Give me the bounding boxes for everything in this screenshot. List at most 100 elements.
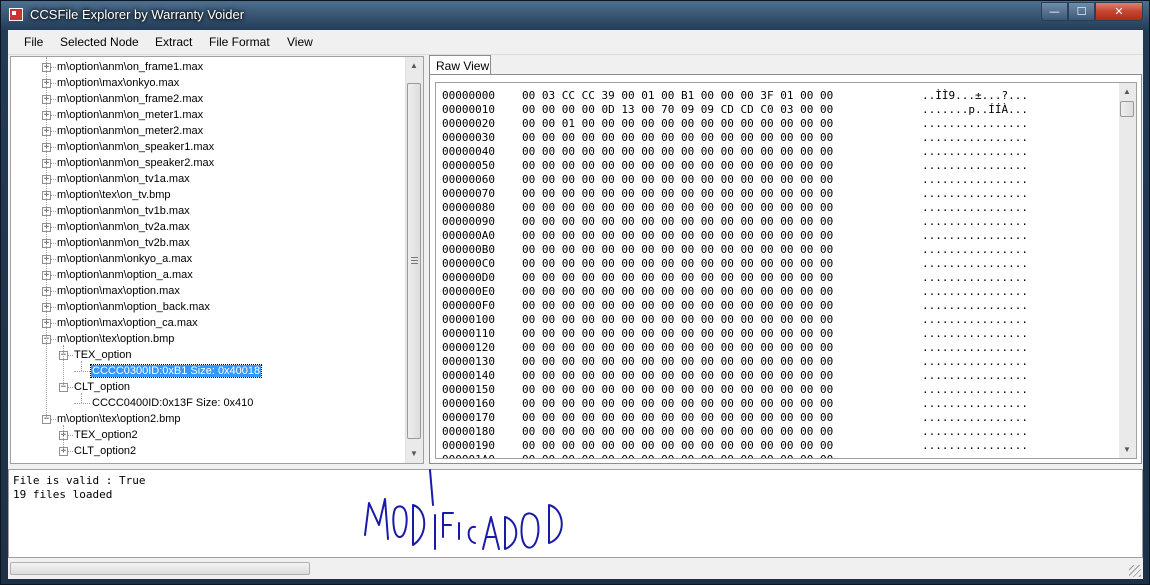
hex-offset: 000000A0 — [442, 229, 495, 242]
tree-node-file[interactable]: m\option\anm\on_frame2.max — [56, 91, 204, 107]
hex-ascii: ................ — [922, 215, 1028, 228]
log-line: 19 files loaded — [13, 488, 113, 501]
hex-offset: 00000030 — [442, 131, 495, 144]
close-button[interactable]: ✕ — [1095, 2, 1143, 21]
tree-node-file[interactable]: m\option\anm\on_tv2b.max — [56, 235, 191, 251]
hex-bytes: 00 00 00 00 00 00 00 00 00 00 00 00 00 0… — [522, 313, 834, 326]
hex-offset: 00000060 — [442, 173, 495, 186]
tree-node-label: m\option\anm\on_meter1.max — [57, 109, 204, 121]
hex-ascii: ................ — [922, 439, 1028, 452]
tree-node-file[interactable]: m\option\anm\on_frame1.max — [56, 59, 204, 75]
tree-node-file[interactable]: m\option\tex\option2.bmp — [56, 411, 182, 427]
tree-node-leaf[interactable]: CCCC0400ID:0x13F Size: 0x410 — [91, 395, 254, 411]
tree-node-label: m\option\anm\on_frame1.max — [57, 61, 204, 73]
tree-node-group[interactable]: CLT_option2 — [73, 443, 137, 459]
tree-node-file[interactable]: m\option\anm\on_speaker1.max — [56, 139, 215, 155]
size-grip-icon[interactable] — [1129, 565, 1141, 577]
tree-node-label: m\option\anm\on_tv1b.max — [57, 205, 190, 217]
hex-row: 000000C0 00 00 00 00 00 00 00 00 00 00 00… — [442, 257, 1112, 271]
hex-bytes: 00 00 00 00 00 00 00 00 00 00 00 00 00 0… — [522, 285, 834, 298]
tree-node-file[interactable]: m\option\max\option.max — [56, 283, 181, 299]
tree-node-file[interactable]: m\option\anm\on_tv2a.max — [56, 219, 191, 235]
hex-view[interactable]: ▲ ▼ 00000000 00 03 CC CC 39 00 01 00 B1 0… — [435, 82, 1137, 459]
tree-node-label: TEX_option — [74, 349, 132, 361]
hex-ascii: ................ — [922, 201, 1028, 214]
hex-row: 00000010 00 00 00 00 0D 13 00 70 09 09 CD… — [442, 103, 1112, 117]
hex-bytes: 00 00 00 00 00 00 00 00 00 00 00 00 00 0… — [522, 145, 834, 158]
hex-scrollbar[interactable]: ▲ ▼ — [1119, 83, 1136, 458]
hex-row: 000000F0 00 00 00 00 00 00 00 00 00 00 00… — [442, 299, 1112, 313]
tree-node-file[interactable]: m\option\anm\option_a.max — [56, 267, 194, 283]
hex-offset: 000000F0 — [442, 299, 495, 312]
tree-node-file[interactable]: m\option\tex\option.bmp — [56, 331, 175, 347]
tree-node-file[interactable]: m\option\anm\onkyo_a.max — [56, 251, 193, 267]
hex-scroll-thumb[interactable] — [1120, 101, 1134, 117]
hex-bytes: 00 00 00 00 00 00 00 00 00 00 00 00 00 0… — [522, 355, 834, 368]
hex-bytes: 00 00 00 00 00 00 00 00 00 00 00 00 00 0… — [522, 383, 834, 396]
hex-row: 000000A0 00 00 00 00 00 00 00 00 00 00 00… — [442, 229, 1112, 243]
tree-node-label: m\option\max\option_ca.max — [57, 317, 198, 329]
hex-bytes: 00 00 00 00 00 00 00 00 00 00 00 00 00 0… — [522, 187, 834, 200]
menu-file-format[interactable]: File Format — [209, 35, 270, 49]
tree-node-label: m\option\anm\on_tv1a.max — [57, 173, 190, 185]
maximize-button[interactable]: ☐ — [1068, 2, 1095, 21]
tree-node-file[interactable]: m\option\anm\option_back.max — [56, 299, 211, 315]
hex-ascii: ................ — [922, 327, 1028, 340]
hex-row: 00000160 00 00 00 00 00 00 00 00 00 00 00… — [442, 397, 1112, 411]
hex-bytes: 00 00 00 00 00 00 00 00 00 00 00 00 00 0… — [522, 411, 834, 424]
tree-node-label: CCCC0300ID:0xB1 Size: 0x40018 — [89, 364, 263, 378]
file-tree[interactable]: ▲ ▼ m\option\anm\on_frame1.max + m\option\… — [10, 56, 424, 464]
hex-bytes: 00 00 00 00 00 00 00 00 00 00 00 00 00 0… — [522, 299, 834, 312]
hex-bytes: 00 00 01 00 00 00 00 00 00 00 00 00 00 0… — [522, 117, 834, 130]
title-bar[interactable]: CCSFile Explorer by Warranty Voider — ☐ … — [1, 1, 1149, 29]
tree-node-label: m\option\anm\on_tv2b.max — [57, 237, 190, 249]
hex-ascii: .......p..ÍÍÀ... — [922, 103, 1028, 116]
tree-node-file[interactable]: m\option\anm\on_meter2.max — [56, 123, 204, 139]
hex-bytes: 00 00 00 00 00 00 00 00 00 00 00 00 00 0… — [522, 159, 834, 172]
menu-selected-node[interactable]: Selected Node — [60, 35, 139, 49]
tree-scroll-thumb[interactable] — [407, 83, 421, 439]
tree-node-leaf[interactable]: CCCC0300ID:0xB1 Size: 0x40018 — [89, 363, 263, 379]
tree-node-file[interactable]: m\option\anm\on_meter1.max — [56, 107, 204, 123]
tree-node-label: m\option\anm\option_back.max — [57, 301, 210, 313]
hex-row: 00000020 00 00 01 00 00 00 00 00 00 00 00… — [442, 117, 1112, 131]
tree-node-file[interactable]: m\option\anm\on_tv1b.max — [56, 203, 191, 219]
hex-ascii: ................ — [922, 453, 1028, 458]
tree-node-file[interactable]: m\option\max\option_ca.max — [56, 315, 199, 331]
tree-node-group[interactable]: TEX_option2 — [73, 427, 139, 443]
hex-ascii: ................ — [922, 187, 1028, 200]
tab-raw-view[interactable]: Raw View — [429, 55, 491, 75]
hex-row: 00000060 00 00 00 00 00 00 00 00 00 00 00… — [442, 173, 1112, 187]
hex-offset: 000000C0 — [442, 257, 495, 270]
tree-node-label: m\option\max\onkyo.max — [57, 77, 180, 89]
hex-ascii: ................ — [922, 285, 1028, 298]
hex-ascii: ................ — [922, 369, 1028, 382]
menu-extract[interactable]: Extract — [155, 35, 192, 49]
menu-file[interactable]: File — [24, 35, 43, 49]
tree-node-label: CLT_option2 — [74, 445, 137, 457]
tree-scrollbar[interactable]: ▲ ▼ — [405, 57, 423, 463]
app-icon[interactable] — [9, 8, 23, 21]
hex-row: 00000180 00 00 00 00 00 00 00 00 00 00 00… — [442, 425, 1112, 439]
hex-ascii: ................ — [922, 173, 1028, 186]
tree-node-label: m\option\anm\on_meter2.max — [57, 125, 204, 137]
hex-offset: 00000090 — [442, 215, 495, 228]
hex-bytes: 00 00 00 00 00 00 00 00 00 00 00 00 00 0… — [522, 131, 834, 144]
minimize-button[interactable]: — — [1041, 2, 1068, 21]
tree-node-file[interactable]: m\option\anm\on_speaker2.max — [56, 155, 215, 171]
tree-node-file[interactable]: m\option\tex\on_tv.bmp — [56, 187, 172, 203]
hex-scroll-up-arrow-icon[interactable]: ▲ — [1123, 87, 1131, 96]
tree-node-file[interactable]: m\option\max\onkyo.max — [56, 75, 180, 91]
hex-row: 00000150 00 00 00 00 00 00 00 00 00 00 00… — [442, 383, 1112, 397]
scroll-up-arrow-icon[interactable]: ▲ — [410, 61, 418, 70]
menu-view[interactable]: View — [287, 35, 313, 49]
tree-node-label: CCCC0400ID:0x13F Size: 0x410 — [92, 397, 254, 409]
hex-ascii: ................ — [922, 117, 1028, 130]
hex-offset: 000000E0 — [442, 285, 495, 298]
hex-offset: 00000160 — [442, 397, 495, 410]
hex-bytes: 00 00 00 00 0D 13 00 70 09 09 CD CD C0 0… — [522, 103, 834, 116]
scroll-down-arrow-icon[interactable]: ▼ — [410, 449, 418, 458]
tree-node-file[interactable]: m\option\anm\on_tv1a.max — [56, 171, 191, 187]
hex-scroll-down-arrow-icon[interactable]: ▼ — [1123, 445, 1131, 454]
hex-offset: 00000020 — [442, 117, 495, 130]
